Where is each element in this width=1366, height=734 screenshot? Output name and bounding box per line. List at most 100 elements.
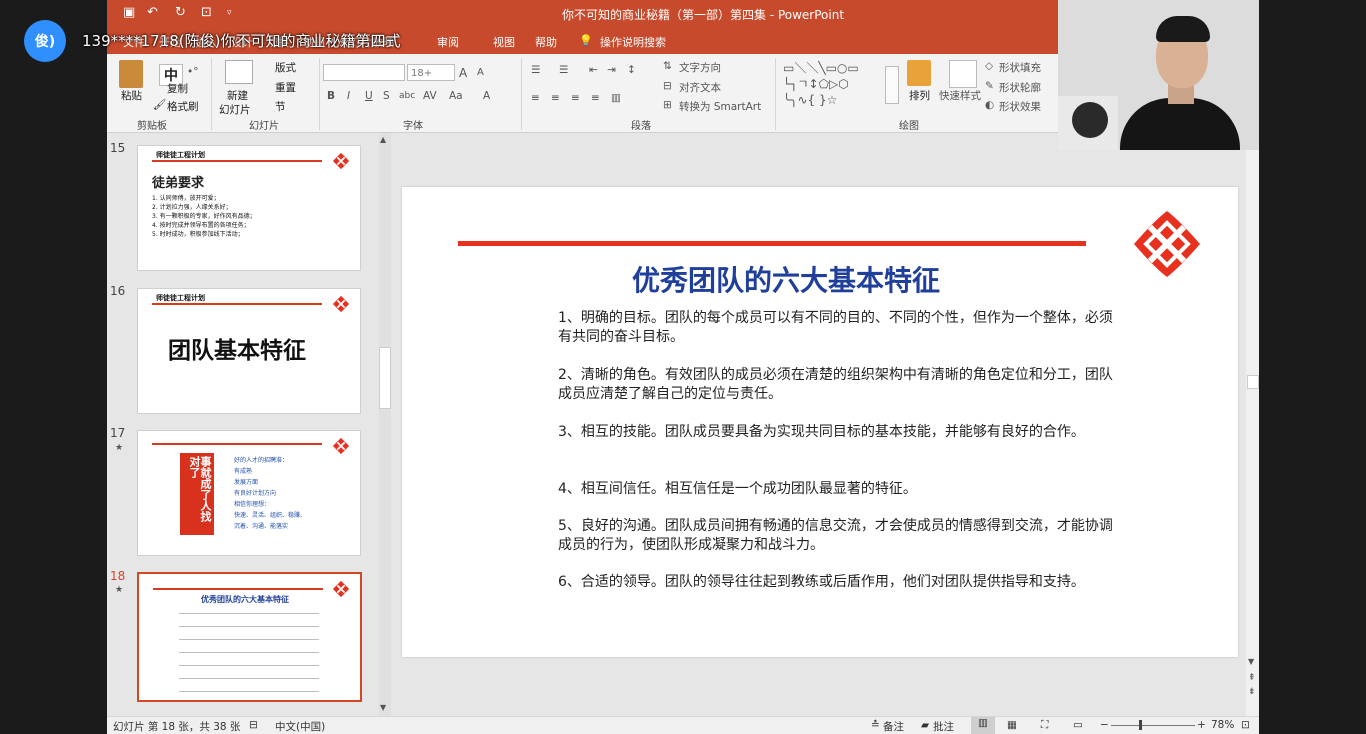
font-name-combo[interactable] — [323, 64, 405, 81]
justify-icon[interactable]: ≡ — [591, 92, 600, 104]
customize-toolbar-icon[interactable]: ▿ — [227, 8, 232, 18]
format-painter-icon[interactable]: 🖌 — [153, 98, 166, 111]
shrink-font-icon[interactable]: A — [477, 67, 484, 78]
start-from-beginning-icon[interactable]: ⊡ — [201, 5, 212, 20]
columns-icon[interactable]: ▥ — [611, 92, 621, 104]
next-slide-icon[interactable]: ⇟ — [1248, 687, 1256, 697]
format-painter-button[interactable]: 格式刷 — [167, 99, 199, 114]
font-group-label: 字体 — [403, 121, 423, 132]
presenter-avatar[interactable]: 俊) — [24, 20, 66, 62]
zoom-slider[interactable] — [1111, 725, 1195, 726]
redo-icon[interactable]: ↻ — [175, 5, 186, 20]
zoom-level[interactable]: 78% — [1211, 719, 1234, 731]
ime-settings-icon: •° — [187, 66, 199, 78]
tab-review[interactable]: 审阅 — [437, 34, 459, 50]
paste-button[interactable]: 粘贴 — [121, 88, 142, 103]
align-right-icon[interactable]: ≡ — [571, 92, 580, 104]
animation-star-icon: ★ — [115, 443, 124, 453]
thumbnail-scroll-thumb[interactable] — [379, 347, 391, 409]
shape-fill-button[interactable]: 形状填充 — [999, 60, 1041, 75]
fit-to-window-icon[interactable]: ⊡ — [1241, 719, 1250, 731]
tell-me-search[interactable]: 操作说明搜索 — [600, 34, 666, 50]
shape-outline-icon[interactable]: ✎ — [985, 80, 994, 92]
text-direction-button[interactable]: 文字方向 — [679, 60, 721, 75]
shape-outline-button[interactable]: 形状轮廓 — [999, 80, 1041, 95]
slide-thumbnail-15[interactable]: 师徒徒工程计划 徒弟要求 1. 认同师傅，放开可爱； 2. 计划拉力强，人缘关系… — [137, 145, 361, 271]
bullets-icon[interactable]: ☰ — [531, 64, 540, 76]
thumbnail-line: 好的人才的招聘准： — [234, 457, 289, 464]
smartart-icon[interactable]: ⊞ — [663, 99, 672, 111]
slideshow-icon[interactable]: ▭ — [1073, 719, 1083, 731]
quick-styles-icon[interactable] — [949, 60, 977, 88]
reading-view-icon[interactable]: ⛶ — [1041, 719, 1048, 732]
paste-icon[interactable] — [119, 60, 143, 88]
slide-canvas[interactable]: 优秀团队的六大基本特征 1、明确的目标。团队的每个成员可以有不同的目的、不同的个… — [402, 187, 1238, 657]
comments-button[interactable]: 批注 — [933, 719, 954, 734]
section-button[interactable]: 节 — [275, 99, 286, 114]
slide-sorter-icon[interactable]: ▦ — [1007, 719, 1017, 731]
save-icon[interactable]: ▣ — [123, 5, 135, 20]
slide-thumbnail-18[interactable]: 优秀团队的六大基本特征 — [137, 572, 362, 702]
slide-thumbnail-17[interactable]: 事就成了人找对了 好的人才的招聘准： 有成熟 发展方面 有良好计划方向 相信你理… — [137, 430, 361, 556]
zoom-in-icon[interactable]: + — [1197, 719, 1206, 731]
increase-indent-icon[interactable]: ⇥ — [607, 64, 616, 76]
spellcheck-icon[interactable]: ⊟ — [249, 719, 258, 731]
shadow-button[interactable]: S — [383, 90, 390, 102]
slide-counter: 幻灯片 第 18 张，共 38 张 — [113, 721, 241, 733]
char-spacing-icon[interactable]: AV — [423, 90, 437, 102]
slide-scrollbar[interactable]: ▼ ⇞ ⇟ — [1246, 133, 1259, 716]
scroll-down-icon[interactable]: ▼ — [380, 703, 386, 712]
numbering-icon[interactable]: ☰ — [559, 64, 568, 76]
zoom-out-icon[interactable]: − — [1100, 719, 1109, 731]
shapes-gallery-scroll[interactable] — [885, 66, 899, 104]
notes-button[interactable]: 备注 — [883, 719, 904, 734]
font-size-combo[interactable]: 18+ — [407, 64, 455, 81]
bold-button[interactable]: B — [327, 90, 335, 102]
align-left-icon[interactable]: ≡ — [531, 92, 540, 104]
align-text-button[interactable]: 对齐文本 — [679, 80, 721, 95]
shapes-gallery[interactable]: ▭＼＼╲▭○▭ └┐ㄱ↕⬠▷⬡ ╰╮∿{ }☆ — [783, 60, 883, 110]
align-text-icon[interactable]: ⊟ — [663, 80, 672, 92]
tab-view[interactable]: 视图 — [493, 34, 515, 50]
slide-scroll-thumb[interactable] — [1247, 375, 1259, 389]
grow-font-icon[interactable]: A — [459, 66, 467, 80]
new-slide-button-line2[interactable]: 幻灯片 — [219, 102, 251, 117]
convert-smartart-button[interactable]: 转换为 SmartArt — [679, 99, 761, 114]
italic-button[interactable]: I — [347, 90, 350, 102]
align-center-icon[interactable]: ≡ — [551, 92, 560, 104]
font-color-icon[interactable]: A — [483, 90, 490, 102]
comments-icon[interactable]: ▰ — [921, 719, 929, 731]
arrange-icon[interactable] — [907, 60, 931, 86]
notes-icon[interactable]: ≛ — [871, 719, 880, 731]
shape-effects-button[interactable]: 形状效果 — [999, 99, 1041, 114]
tab-help[interactable]: 帮助 — [535, 34, 557, 50]
undo-icon[interactable]: ↶ — [147, 5, 158, 20]
underline-button[interactable]: U — [365, 90, 373, 102]
shape-effects-icon[interactable]: ◐ — [985, 99, 994, 111]
language-indicator[interactable]: 中文(中国) — [275, 719, 325, 734]
new-slide-button[interactable]: 新建 — [227, 88, 248, 103]
slide-thumbnail-16[interactable]: 师徒徒工程计划 团队基本特征 — [137, 288, 361, 414]
thumbnail-number: 15 — [110, 141, 126, 155]
copy-button[interactable]: 复制 — [167, 81, 188, 96]
scroll-down-icon[interactable]: ▼ — [1248, 657, 1254, 666]
strikethrough-icon[interactable]: abc — [399, 91, 415, 101]
shape-fill-icon[interactable]: ◇ — [985, 60, 993, 72]
slide-thumbnails-pane: 15 师徒徒工程计划 徒弟要求 1. 认同师傅，放开可爱； 2. 计划拉力强，人… — [107, 133, 391, 716]
decrease-indent-icon[interactable]: ⇤ — [589, 64, 598, 76]
previous-slide-icon[interactable]: ⇞ — [1248, 673, 1256, 683]
layout-button[interactable]: 版式 — [275, 60, 296, 75]
thumbnail-line: 3. 有一颗积极的专家，好作风有品德； — [152, 213, 256, 220]
quick-styles-button[interactable]: 快速样式 — [939, 88, 981, 103]
zoom-slider-thumb[interactable] — [1139, 720, 1142, 730]
normal-view-icon[interactable]: ▥ — [971, 717, 995, 734]
scroll-up-icon[interactable]: ▲ — [380, 135, 386, 144]
change-case-icon[interactable]: Aa — [449, 90, 463, 102]
thumbnail-scrollbar[interactable] — [379, 133, 391, 716]
animation-star-icon: ★ — [115, 585, 124, 595]
line-spacing-icon[interactable]: ↕ — [627, 64, 636, 76]
arrange-button[interactable]: 排列 — [909, 88, 930, 103]
text-direction-icon[interactable]: ⇅ — [663, 60, 672, 72]
reset-button[interactable]: 重置 — [275, 80, 296, 95]
new-slide-icon[interactable] — [225, 60, 253, 84]
